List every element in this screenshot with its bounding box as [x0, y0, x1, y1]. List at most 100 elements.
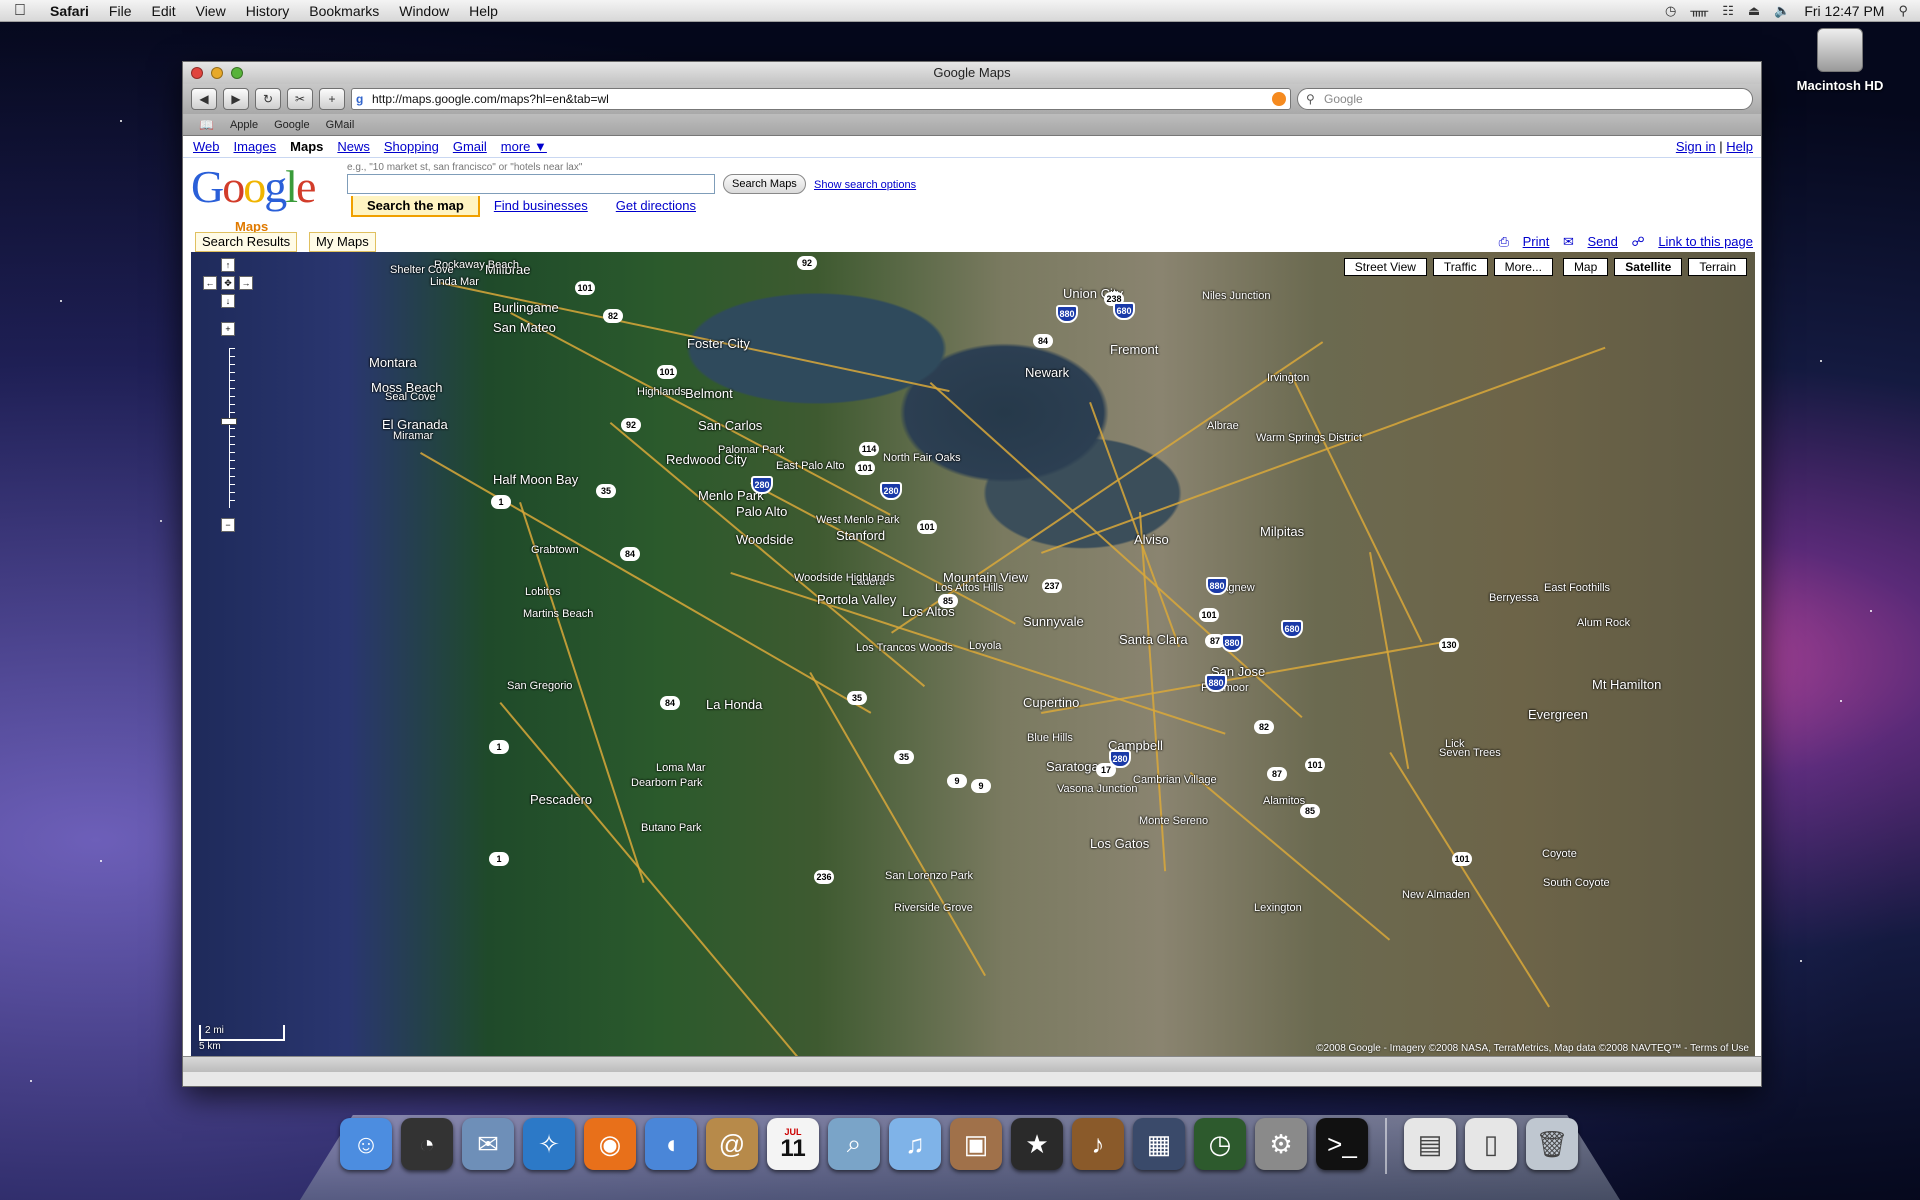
- nav-images[interactable]: Images: [234, 139, 277, 154]
- menu-history[interactable]: History: [236, 3, 300, 19]
- volume-icon[interactable]: 🔈: [1774, 3, 1790, 19]
- tab-my-maps[interactable]: My Maps: [309, 232, 376, 252]
- mail-icon[interactable]: ✉: [462, 1118, 514, 1170]
- menu-view[interactable]: View: [186, 3, 236, 19]
- wifi-icon[interactable]: ☷: [1722, 3, 1734, 19]
- snippet-button[interactable]: ✂: [287, 88, 313, 110]
- menu-file[interactable]: File: [99, 3, 142, 19]
- address-bar[interactable]: g http://maps.google.com/maps?hl=en&tab=…: [351, 88, 1291, 110]
- send-link[interactable]: Send: [1588, 234, 1618, 249]
- browser-search-field[interactable]: ⚲ Google: [1297, 88, 1753, 110]
- trash-icon[interactable]: 🗑: [1526, 1118, 1578, 1170]
- timemachine-icon[interactable]: ◷: [1194, 1118, 1246, 1170]
- menu-clock[interactable]: Fri 12:47 PM: [1804, 3, 1884, 19]
- satellite-map[interactable]: ↑ ← ✥ → ↓ + − Street View Traffic More..…: [191, 252, 1755, 1056]
- menu-help[interactable]: Help: [459, 3, 508, 19]
- addressbook-icon[interactable]: @: [706, 1118, 758, 1170]
- time-machine-icon[interactable]: ◷: [1665, 3, 1676, 19]
- bookmarks-book-icon[interactable]: 📖: [199, 118, 214, 132]
- map-type-map[interactable]: Map: [1562, 258, 1609, 276]
- eject-icon[interactable]: ⏏: [1748, 3, 1760, 19]
- pdf-icon[interactable]: ▤: [1404, 1118, 1456, 1170]
- nav-news[interactable]: News: [337, 139, 370, 154]
- highway-shield-icon: 101: [575, 281, 595, 295]
- desktop-drive[interactable]: Macintosh HD: [1790, 28, 1890, 93]
- more-button[interactable]: More...: [1493, 258, 1553, 276]
- spaces-icon[interactable]: ▦: [1133, 1118, 1185, 1170]
- help-link[interactable]: Help: [1726, 139, 1753, 154]
- bookmark-gmail[interactable]: GMail: [326, 119, 355, 131]
- tab-find-businesses[interactable]: Find businesses: [480, 196, 602, 217]
- map-type-terrain[interactable]: Terrain: [1688, 258, 1747, 276]
- imovie-icon[interactable]: ★: [1011, 1118, 1063, 1170]
- map-place-label: Berryessa: [1489, 592, 1539, 604]
- show-search-options-link[interactable]: Show search options: [814, 179, 916, 191]
- ichat-icon[interactable]: ◖: [645, 1118, 697, 1170]
- pan-center-icon[interactable]: ✥: [221, 276, 235, 290]
- highway-shield-icon: 237: [1042, 579, 1062, 593]
- menu-app-name[interactable]: Safari: [40, 3, 99, 19]
- zoom-button[interactable]: [231, 67, 243, 79]
- title-bar[interactable]: Google Maps: [183, 62, 1761, 84]
- menu-bookmarks[interactable]: Bookmarks: [299, 3, 389, 19]
- favicon-icon: g: [356, 92, 364, 106]
- back-button[interactable]: ◀: [191, 88, 217, 110]
- garageband-icon[interactable]: ♪: [1072, 1118, 1124, 1170]
- dashboard-icon[interactable]: ◔: [401, 1118, 453, 1170]
- finder-icon[interactable]: ☺: [340, 1118, 392, 1170]
- traffic-button[interactable]: Traffic: [1432, 258, 1488, 276]
- reload-button[interactable]: ↻: [255, 88, 281, 110]
- zoom-out-icon[interactable]: −: [221, 518, 235, 532]
- print-link[interactable]: Print: [1523, 234, 1550, 249]
- tab-get-directions[interactable]: Get directions: [602, 196, 710, 217]
- window-title: Google Maps: [933, 65, 1011, 80]
- safari-icon[interactable]: ✧: [523, 1118, 575, 1170]
- apple-menu-icon[interactable]: : [0, 2, 40, 20]
- zoom-slider-thumb[interactable]: [221, 418, 237, 425]
- pan-left-icon[interactable]: ←: [203, 276, 217, 290]
- pan-down-icon[interactable]: ↓: [221, 294, 235, 308]
- map-place-label: Lobitos: [525, 586, 561, 598]
- bluetooth-icon[interactable]: ᚅ: [1690, 3, 1708, 19]
- terminal-icon[interactable]: >_: [1316, 1118, 1368, 1170]
- maps-search-input[interactable]: [347, 174, 715, 194]
- systemprefs-icon[interactable]: ⚙: [1255, 1118, 1307, 1170]
- itunes-icon[interactable]: ♫: [889, 1118, 941, 1170]
- map-place-label: Shelter Cove: [390, 264, 454, 276]
- link-to-page[interactable]: Link to this page: [1658, 234, 1753, 249]
- tab-search-the-map[interactable]: Search the map: [351, 196, 480, 217]
- zoom-slider-track[interactable]: [229, 348, 235, 508]
- nav-gmail[interactable]: Gmail: [453, 139, 487, 154]
- rss-icon[interactable]: [1272, 92, 1286, 106]
- ical-icon[interactable]: JUL 11: [767, 1118, 819, 1170]
- iphoto-icon[interactable]: ▣: [950, 1118, 1002, 1170]
- pan-right-icon[interactable]: →: [239, 276, 253, 290]
- bookmark-apple[interactable]: Apple: [230, 119, 258, 131]
- menu-window[interactable]: Window: [389, 3, 459, 19]
- document-icon[interactable]: ▯: [1465, 1118, 1517, 1170]
- minimize-button[interactable]: [211, 67, 223, 79]
- preview-icon[interactable]: ⌕: [828, 1118, 880, 1170]
- google-maps-logo[interactable]: Google Maps: [191, 164, 316, 235]
- nav-more[interactable]: more ▼: [501, 139, 547, 154]
- bookmark-google[interactable]: Google: [274, 119, 309, 131]
- sign-in-link[interactable]: Sign in: [1676, 139, 1716, 154]
- spotlight-search-icon[interactable]: ⚲: [1898, 3, 1908, 19]
- nav-web[interactable]: Web: [193, 139, 220, 154]
- menu-edit[interactable]: Edit: [141, 3, 185, 19]
- map-type-satellite[interactable]: Satellite: [1614, 258, 1683, 276]
- firefox-icon[interactable]: ◉: [584, 1118, 636, 1170]
- forward-button[interactable]: ▶: [223, 88, 249, 110]
- status-bar: [183, 1056, 1761, 1072]
- close-button[interactable]: [191, 67, 203, 79]
- street-view-button[interactable]: Street View: [1343, 258, 1427, 276]
- search-hint: e.g., "10 market st, san francisco" or "…: [347, 162, 583, 173]
- tab-search-results[interactable]: Search Results: [195, 232, 298, 252]
- map-copyright[interactable]: ©2008 Google - Imagery ©2008 NASA, Terra…: [1316, 1043, 1749, 1054]
- map-place-label: Dearborn Park: [631, 777, 703, 789]
- search-maps-button[interactable]: Search Maps: [723, 174, 806, 194]
- zoom-in-icon[interactable]: +: [221, 322, 235, 336]
- add-bookmark-button[interactable]: +: [319, 88, 345, 110]
- pan-up-icon[interactable]: ↑: [221, 258, 235, 272]
- nav-shopping[interactable]: Shopping: [384, 139, 439, 154]
